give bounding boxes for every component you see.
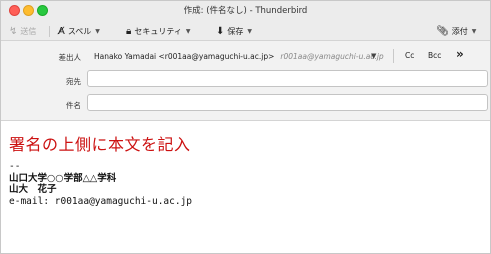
attach-label: 添付 <box>451 26 468 36</box>
download-icon: ⬇︎ <box>216 25 225 37</box>
window-title: 作成: (件名なし) - Thunderbird <box>183 6 308 16</box>
chevron-down-icon: ▼ <box>471 27 477 35</box>
title-bar: 作成: (件名なし) - Thunderbird <box>1 1 490 21</box>
attach-button[interactable]: 📎︎ 添付 ▼ <box>436 24 476 38</box>
body-heading: 署名の上側に本文を記入 <box>9 135 191 154</box>
cc-button[interactable]: Cc <box>405 51 414 60</box>
save-button[interactable]: ⬇︎ 保存 ▼ <box>216 24 252 38</box>
chevron-down-icon: ▼ <box>185 27 191 35</box>
subject-field[interactable] <box>87 94 488 111</box>
send-icon: ↯ <box>9 25 18 37</box>
chevron-down-icon: ▼ <box>95 27 100 35</box>
message-headers: 差出人 Hanako Yamadai <r001aa@yamaguchi-u.a… <box>1 41 490 121</box>
spellcheck-icon: A̸ <box>58 25 65 37</box>
compose-window: 作成: (件名なし) - Thunderbird ↯ 送信 A̸ スペル ▼ 🔒… <box>0 0 491 254</box>
chevron-down-icon: ▼ <box>247 27 253 35</box>
signature-separator: -- <box>9 161 21 172</box>
chevron-down-icon[interactable]: ▼ <box>371 52 376 60</box>
signature-name: 山大 花子 <box>9 184 57 195</box>
signature-affiliation: 山口大学○○学部△△学科 <box>9 172 117 184</box>
subject-label: 件名 <box>66 101 81 110</box>
bcc-button[interactable]: Bcc <box>428 51 441 60</box>
send-label: 送信 <box>20 26 37 36</box>
more-fields-button[interactable]: » <box>456 47 464 61</box>
spell-label: スペル <box>67 26 92 36</box>
spell-button[interactable]: A̸ スペル ▼ <box>58 24 100 38</box>
security-label: セキュリティ <box>134 26 182 36</box>
security-button[interactable]: 🔒︎ セキュリティ ▼ <box>126 24 190 38</box>
save-label: 保存 <box>227 26 244 36</box>
send-button[interactable]: ↯ 送信 <box>9 24 36 38</box>
paperclip-icon: 📎︎ <box>436 25 449 37</box>
message-body[interactable]: 署名の上側に本文を記入 -- 山口大学○○学部△△学科 山大 花子 e-mail… <box>9 135 192 207</box>
header-divider <box>393 49 394 63</box>
toolbar-divider <box>49 26 50 37</box>
from-address: Hanako Yamadai <r001aa@yamaguchi-u.ac.jp… <box>94 52 275 61</box>
to-field[interactable] <box>87 70 488 87</box>
from-alias: r001aa@yamaguchi-u.ac.jp <box>280 52 384 61</box>
signature-email: e-mail: r001aa@yamaguchi-u.ac.jp <box>9 195 193 207</box>
to-label: 宛先 <box>66 77 81 86</box>
lock-icon: 🔒︎ <box>126 25 132 37</box>
compose-toolbar: ↯ 送信 A̸ スペル ▼ 🔒︎ セキュリティ ▼ ⬇︎ 保存 ▼ 📎︎ 添付 … <box>1 21 490 41</box>
from-label: 差出人 <box>58 53 82 62</box>
from-select[interactable]: Hanako Yamadai <r001aa@yamaguchi-u.ac.jp… <box>94 52 384 61</box>
